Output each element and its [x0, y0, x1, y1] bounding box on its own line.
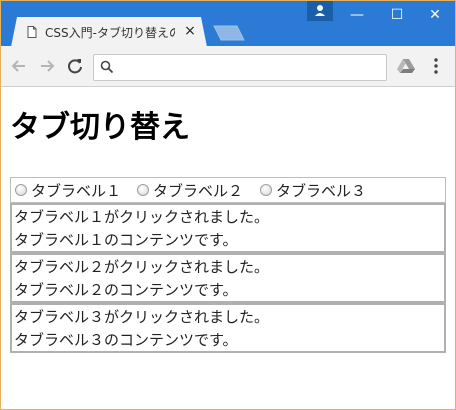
radio-button[interactable]: [15, 184, 27, 196]
page-icon: [27, 26, 37, 38]
browser-toolbar: [1, 46, 455, 87]
person-icon: [315, 5, 325, 16]
radio-button[interactable]: [137, 184, 149, 196]
address-bar[interactable]: [93, 54, 387, 81]
page-title: タブ切り替え: [10, 110, 190, 145]
tab-label[interactable]: タブラベル１: [31, 180, 121, 201]
panel-message: タブラベル３がクリックされました。: [14, 308, 270, 326]
tab-label[interactable]: タブラベル２: [153, 180, 243, 201]
panel-content: タブラベル３のコンテンツです。: [14, 331, 238, 349]
panel-content: タブラベル１のコンテンツです。: [14, 231, 238, 249]
drive-extension-icon[interactable]: [397, 58, 415, 74]
minimize-button[interactable]: —: [337, 1, 377, 29]
panel-content: タブラベル２のコンテンツです。: [14, 281, 238, 299]
tab-panel-2: タブラベル２がクリックされました。 タブラベル２のコンテンツです。: [10, 253, 446, 303]
tab-radio-bar: タブラベル１ タブラベル２ タブラベル３: [10, 177, 446, 203]
close-window-button[interactable]: ✕: [415, 1, 455, 29]
page-content: タブ切り替え タブラベル１ タブラベル２ タブラベル３ タブラベル１がクリックさ…: [1, 87, 455, 409]
reload-icon[interactable]: [65, 56, 85, 76]
back-icon[interactable]: [9, 56, 29, 76]
tab-title: CSS入門-タブ切り替えの実: [45, 26, 175, 40]
tab-panel-1: タブラベル１がクリックされました。 タブラベル１のコンテンツです。: [10, 203, 446, 253]
tab-radio-2[interactable]: タブラベル２: [137, 180, 243, 201]
maximize-button[interactable]: ☐: [377, 1, 417, 29]
browser-window: CSS入門-タブ切り替えの実 × — ☐ ✕: [0, 0, 456, 410]
menu-icon[interactable]: [433, 57, 439, 75]
search-icon: [100, 60, 114, 74]
panel-message: タブラベル１がクリックされました。: [14, 208, 270, 226]
forward-icon[interactable]: [37, 56, 57, 76]
tab-panel-3: タブラベル３がクリックされました。 タブラベル３のコンテンツです。: [10, 303, 446, 353]
new-tab-button[interactable]: [213, 25, 245, 41]
radio-button[interactable]: [260, 184, 272, 196]
tab-radio-3[interactable]: タブラベル３: [260, 180, 366, 201]
tab-label[interactable]: タブラベル３: [276, 180, 366, 201]
tab-close-icon[interactable]: ×: [183, 23, 197, 39]
tab-radio-1[interactable]: タブラベル１: [15, 180, 121, 201]
panel-message: タブラベル２がクリックされました。: [14, 258, 270, 276]
profile-button[interactable]: [307, 1, 333, 21]
tab-strip: CSS入門-タブ切り替えの実 × — ☐ ✕: [1, 1, 455, 47]
